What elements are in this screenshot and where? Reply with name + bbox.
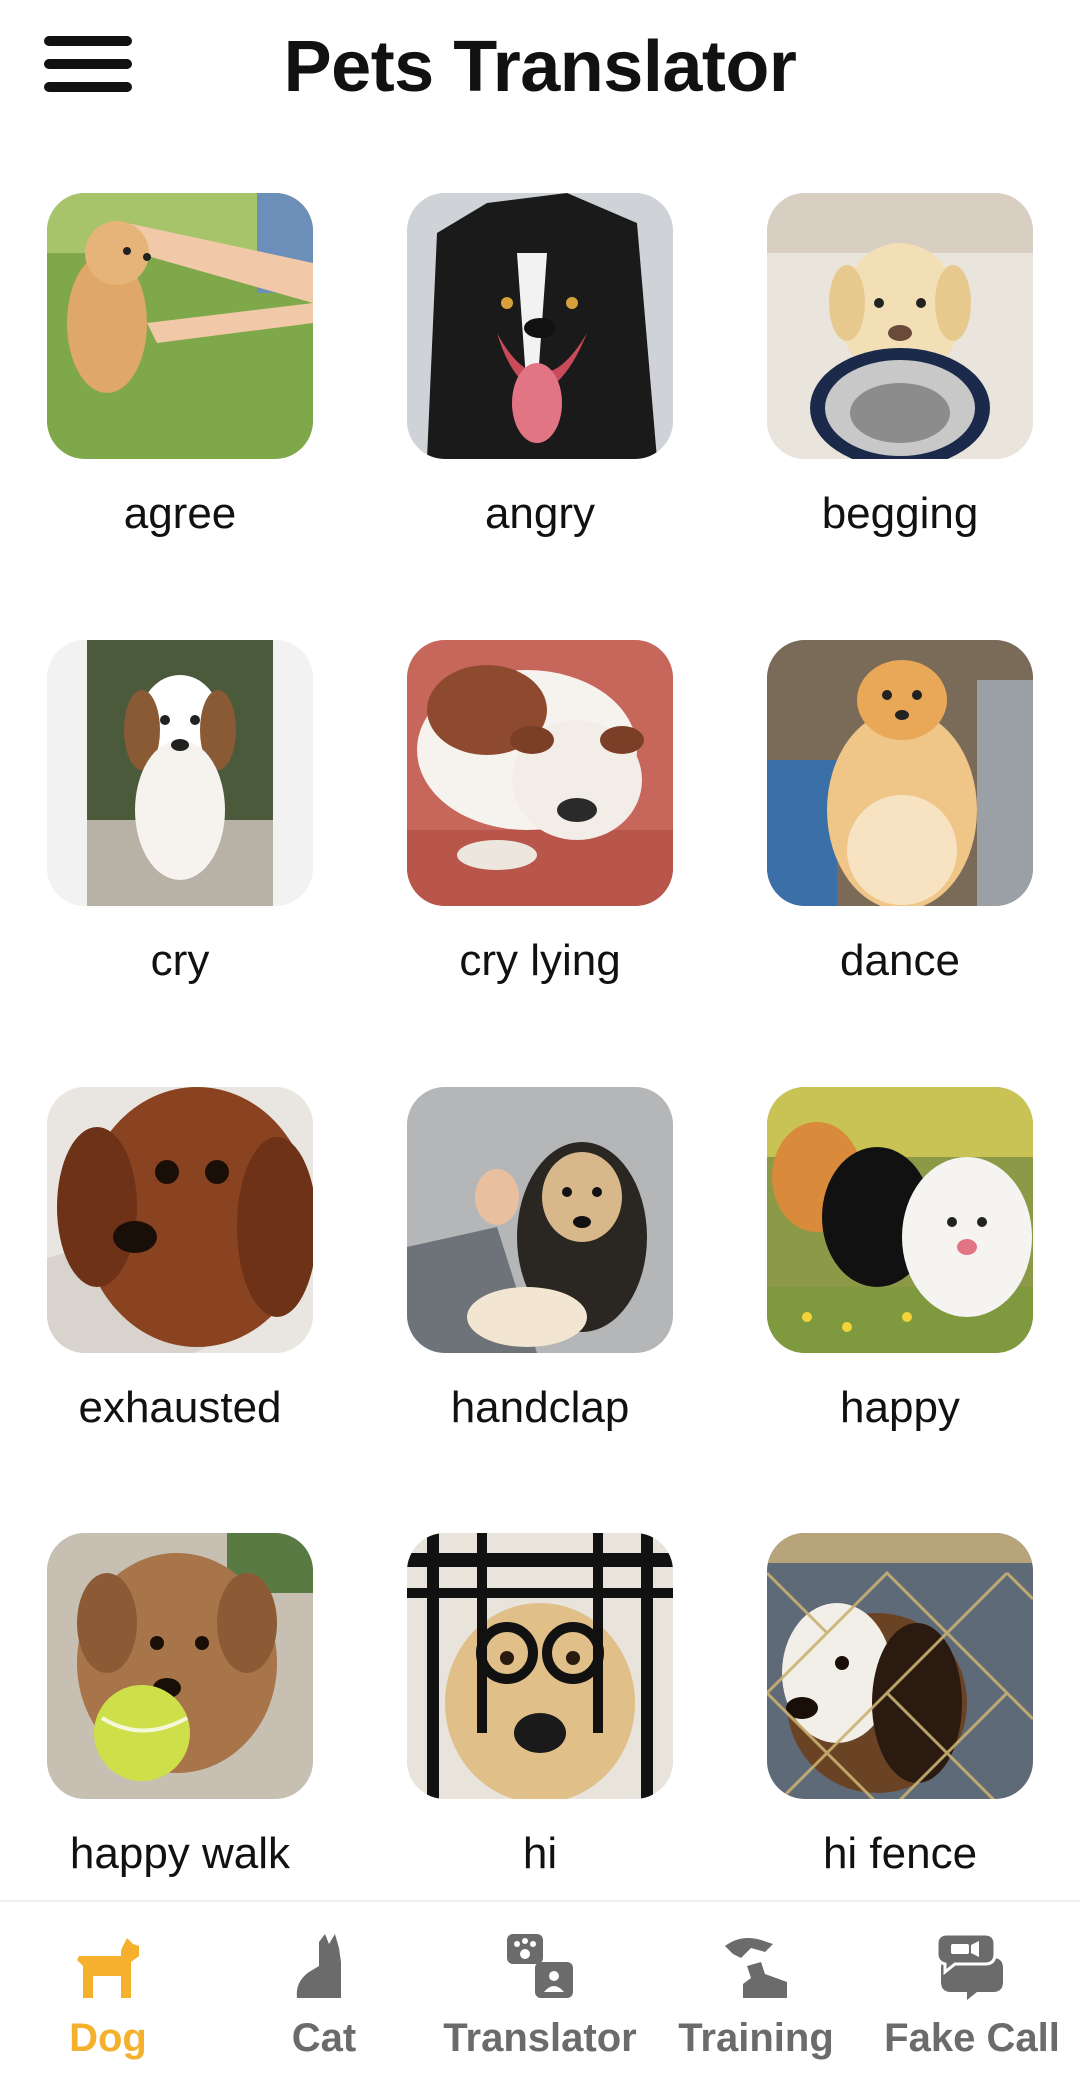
- dog-photo: [47, 1533, 313, 1799]
- training-icon: [725, 1938, 787, 1998]
- mood-label: handclap: [450, 1383, 630, 1432]
- nav-label: Translator: [443, 2016, 637, 2060]
- nav-training[interactable]: Training: [648, 1902, 864, 2078]
- nav-fake-call[interactable]: Fake Call: [864, 1902, 1080, 2078]
- mood-label: exhausted: [78, 1383, 282, 1432]
- mood-label: cry: [150, 936, 210, 985]
- dog-photo: [47, 640, 313, 906]
- bottom-nav: Dog Cat Translator Training Fake Call: [0, 1900, 1080, 2078]
- mood-label: hi: [522, 1829, 558, 1878]
- dog-photo: [407, 1533, 673, 1799]
- dog-photo: [47, 1087, 313, 1353]
- mood-label: angry: [484, 489, 596, 538]
- nav-translator[interactable]: Translator: [432, 1902, 648, 2078]
- cat-icon: [296, 1934, 341, 1998]
- chat-bubbles-icon: [937, 1932, 1003, 2000]
- mood-card-cry[interactable]: cry: [24, 640, 324, 1040]
- dog-photo: [47, 193, 313, 459]
- nav-label: Cat: [291, 2016, 357, 2060]
- dog-photo: [407, 640, 673, 906]
- nav-label: Training: [678, 2016, 834, 2060]
- mood-card-happy-walk[interactable]: happy walk: [24, 1533, 324, 1933]
- mood-card-cry-lying[interactable]: cry lying: [384, 640, 684, 1040]
- dog-photo: [407, 193, 673, 459]
- dog-photo: [767, 1533, 1033, 1799]
- mood-label: happy: [840, 1383, 960, 1432]
- mood-label: dance: [840, 936, 960, 985]
- mood-card-hi[interactable]: hi: [384, 1533, 684, 1933]
- dog-photo: [767, 640, 1033, 906]
- mood-card-dance[interactable]: dance: [744, 640, 1044, 1040]
- mood-card-agree[interactable]: agree: [24, 193, 324, 593]
- mood-card-exhausted[interactable]: exhausted: [24, 1087, 324, 1487]
- nav-label: Fake Call: [884, 2016, 1060, 2060]
- dog-photo: [407, 1087, 673, 1353]
- dog-icon: [77, 1938, 139, 1998]
- dog-photo: [767, 1087, 1033, 1353]
- mood-label: begging: [821, 489, 979, 538]
- nav-label: Dog: [69, 2016, 147, 2060]
- mood-label: happy walk: [69, 1829, 291, 1878]
- nav-cat[interactable]: Cat: [216, 1902, 432, 2078]
- dog-photo: [767, 193, 1033, 459]
- translator-icon: [507, 1934, 573, 1998]
- mood-label: cry lying: [459, 936, 621, 985]
- mood-card-happy[interactable]: happy: [744, 1087, 1044, 1487]
- mood-label: agree: [123, 489, 237, 538]
- mood-label: hi fence: [822, 1829, 978, 1878]
- pet-mood-grid: agree angry begging cry cry lying dance …: [0, 0, 1080, 1900]
- mood-card-hi-fence[interactable]: hi fence: [744, 1533, 1044, 1933]
- mood-card-begging[interactable]: begging: [744, 193, 1044, 593]
- mood-card-handclap[interactable]: handclap: [384, 1087, 684, 1487]
- nav-dog[interactable]: Dog: [0, 1902, 216, 2078]
- mood-card-angry[interactable]: angry: [384, 193, 684, 593]
